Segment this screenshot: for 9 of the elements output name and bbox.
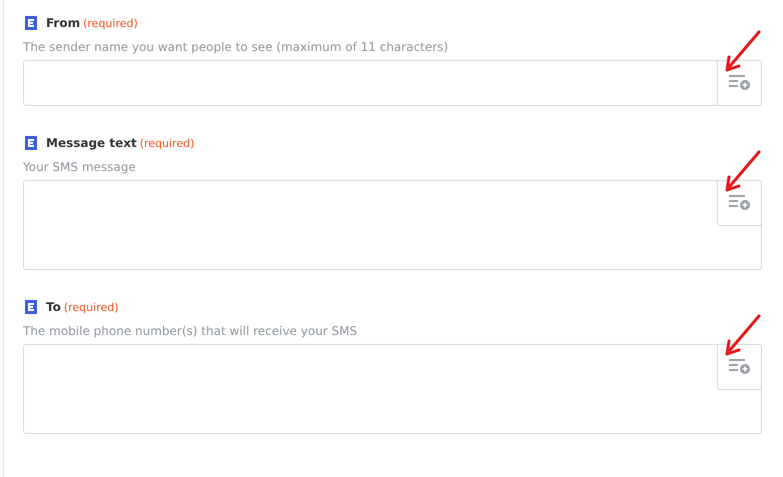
field-hint: The mobile phone number(s) that will receive your SMS <box>23 324 358 340</box>
required-note: (required) <box>64 300 119 314</box>
field-label: Message text <box>46 136 137 150</box>
field-hint: Your SMS message <box>23 160 137 176</box>
field-label: To <box>46 300 61 314</box>
required-note: (required) <box>83 16 138 30</box>
required-note: (required) <box>140 136 194 150</box>
field-label: From <box>46 16 80 30</box>
field-hint: The sender name you want people to see (maximum of 11 characters) <box>23 40 450 56</box>
